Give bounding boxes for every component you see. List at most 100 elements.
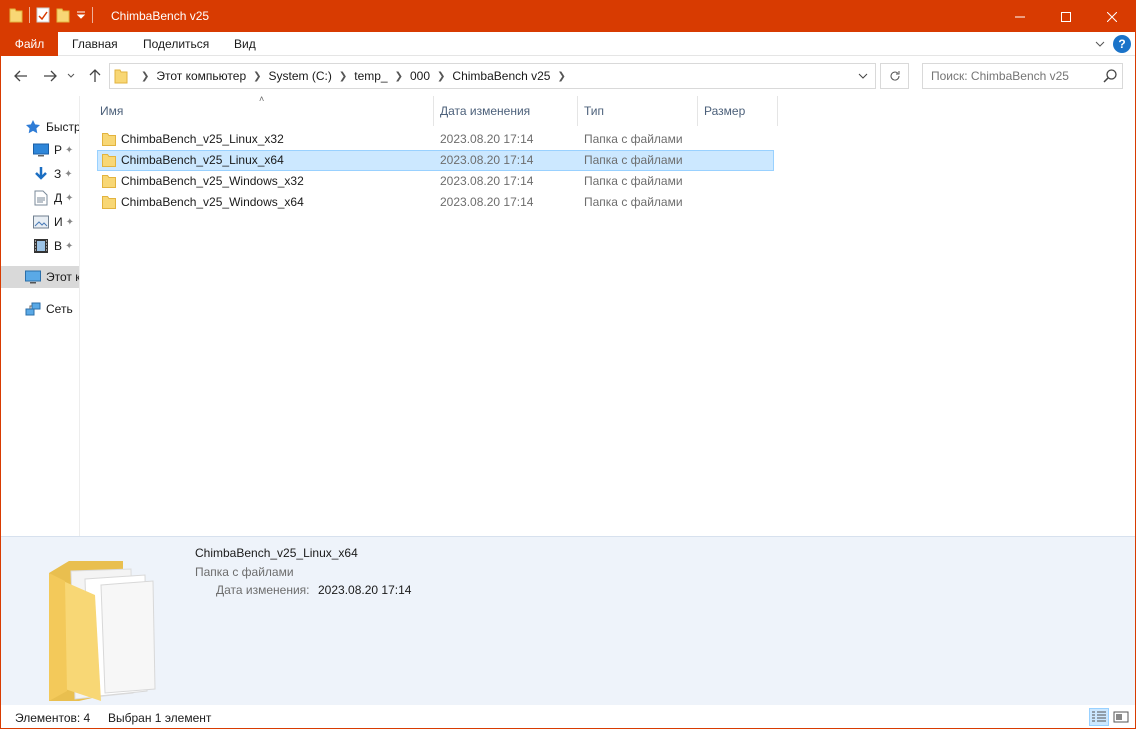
crumb-this-pc[interactable]: Этот компьютер [156,69,246,83]
nav-videos[interactable]: В ✦ [33,235,73,257]
chevron-right-icon[interactable]: ❯ [557,71,565,82]
table-row[interactable]: ChimbaBench_v25_Windows_x64 2023.08.20 1… [97,192,774,213]
details-modified-value: 2023.08.20 17:14 [318,583,412,597]
tab-view[interactable]: Вид [220,32,270,56]
file-list: ˄ Имя Дата изменения Тип Размер ChimbaBe… [81,94,1135,536]
navigation-pane: Быстр Р ✦ З ✦ Д ✦ И ✦ В ✦ Этот к Сеть [1,96,80,536]
details-view-button[interactable] [1089,708,1109,726]
column-header-size[interactable]: Размер [698,96,778,126]
chevron-right-icon[interactable]: ❯ [395,71,403,82]
chevron-right-icon[interactable]: ❯ [339,71,347,82]
properties-icon[interactable] [36,7,50,23]
item-count: Элементов: 4 [15,711,91,725]
file-name: ChimbaBench_v25_Windows_x32 [121,174,304,188]
status-bar: Элементов: 4 Выбран 1 элемент [1,705,1135,728]
details-pane: ChimbaBench_v25_Linux_x64 Папка с файлам… [1,536,1135,705]
table-row[interactable]: ChimbaBench_v25_Linux_x64 2023.08.20 17:… [97,150,774,171]
expand-ribbon-icon[interactable] [1095,39,1105,49]
nav-item-label: И [54,215,63,229]
up-button[interactable] [85,66,105,86]
minimize-button[interactable] [997,1,1043,32]
document-icon [33,190,49,206]
quick-access-toolbar [9,7,93,23]
customize-toolbar-icon[interactable] [76,10,86,20]
new-folder-icon[interactable] [56,7,70,23]
network-icon [25,301,41,317]
crumb-current-folder[interactable]: ChimbaBench v25 [452,69,550,83]
download-icon [33,166,49,182]
crumb-temp[interactable]: temp_ [354,69,387,83]
breadcrumb: ❯ Этот компьютер ❯ System (C:) ❯ temp_ ❯… [110,64,573,88]
file-type: Папка с файлами [584,195,683,209]
close-button[interactable] [1089,1,1135,32]
refresh-icon [890,71,900,81]
file-date: 2023.08.20 17:14 [440,132,534,146]
address-history-button[interactable] [851,64,875,88]
column-header-type[interactable]: Тип [578,96,698,126]
chevron-right-icon[interactable]: ❯ [437,71,445,82]
tab-file[interactable]: Файл [1,32,58,56]
nav-documents[interactable]: Д ✦ [33,187,74,209]
large-icons-view-icon [1113,711,1129,723]
nav-item-label: Д [54,191,63,205]
table-row[interactable]: ChimbaBench_v25_Windows_x32 2023.08.20 1… [97,171,774,192]
crumb-000[interactable]: 000 [410,69,430,83]
forward-button[interactable] [40,66,60,86]
refresh-button[interactable] [880,63,909,89]
window-title: ChimbaBench v25 [111,9,210,23]
search-input[interactable] [923,64,1099,88]
details-file-type: Папка с файлами [195,565,294,579]
chevron-down-icon [858,73,868,79]
nav-desktop[interactable]: Р ✦ [33,139,73,161]
file-name: ChimbaBench_v25_Windows_x64 [121,195,304,209]
column-header-date[interactable]: Дата изменения [434,96,578,126]
help-icon[interactable]: ? [1113,35,1131,53]
maximize-button[interactable] [1043,1,1089,32]
nav-item-label: В [54,239,63,253]
window-controls [997,1,1135,32]
large-icons-view-button[interactable] [1111,708,1131,726]
ribbon-right-controls: ? [1095,35,1131,53]
nav-item-label: Этот к [46,270,80,284]
nav-this-pc[interactable]: Этот к [1,266,80,288]
minimize-icon [1015,16,1025,17]
details-file-name: ChimbaBench_v25_Linux_x64 [195,546,358,560]
desktop-icon [33,142,49,158]
column-header-name[interactable]: Имя [94,96,434,126]
chevron-right-icon[interactable]: ❯ [141,71,149,82]
nav-quick-access[interactable]: Быстр [25,116,80,138]
tab-share[interactable]: Поделиться [129,32,223,56]
nav-item-label: З [54,167,62,181]
computer-icon [25,269,41,285]
pin-icon: ✦ [65,216,75,228]
search-icon[interactable] [1102,68,1118,84]
nav-pictures[interactable]: И ✦ [33,211,74,233]
crumb-system-drive[interactable]: System (C:) [269,69,332,83]
folder-icon [102,175,116,188]
pin-icon: ✦ [65,192,74,204]
file-type: Папка с файлами [584,132,683,146]
close-icon [1107,11,1117,22]
video-icon [33,238,49,254]
recent-locations-button[interactable] [64,66,78,86]
file-type: Папка с файлами [584,174,683,188]
search-box[interactable] [922,63,1123,89]
file-name: ChimbaBench_v25_Linux_x64 [121,153,284,167]
nav-network[interactable]: Сеть [25,298,73,320]
nav-item-label: Быстр [46,120,80,134]
chevron-right-icon[interactable]: ❯ [253,71,261,82]
pin-icon: ✦ [64,168,73,180]
address-bar[interactable]: ❯ Этот компьютер ❯ System (C:) ❯ temp_ ❯… [109,63,876,89]
selection-count: Выбран 1 элемент [108,711,212,725]
nav-item-label: Сеть [46,302,73,316]
back-button[interactable] [11,66,31,86]
nav-downloads[interactable]: З ✦ [33,163,73,185]
tab-home[interactable]: Главная [58,32,132,56]
file-date: 2023.08.20 17:14 [440,195,534,209]
ribbon-tabs: Файл Главная Поделиться Вид ? [1,32,1135,56]
table-row[interactable]: ChimbaBench_v25_Linux_x32 2023.08.20 17:… [97,129,774,150]
folder-icon [102,133,116,146]
image-icon [33,214,49,230]
toolbar-separator [92,7,93,23]
folder-icon [9,8,23,23]
